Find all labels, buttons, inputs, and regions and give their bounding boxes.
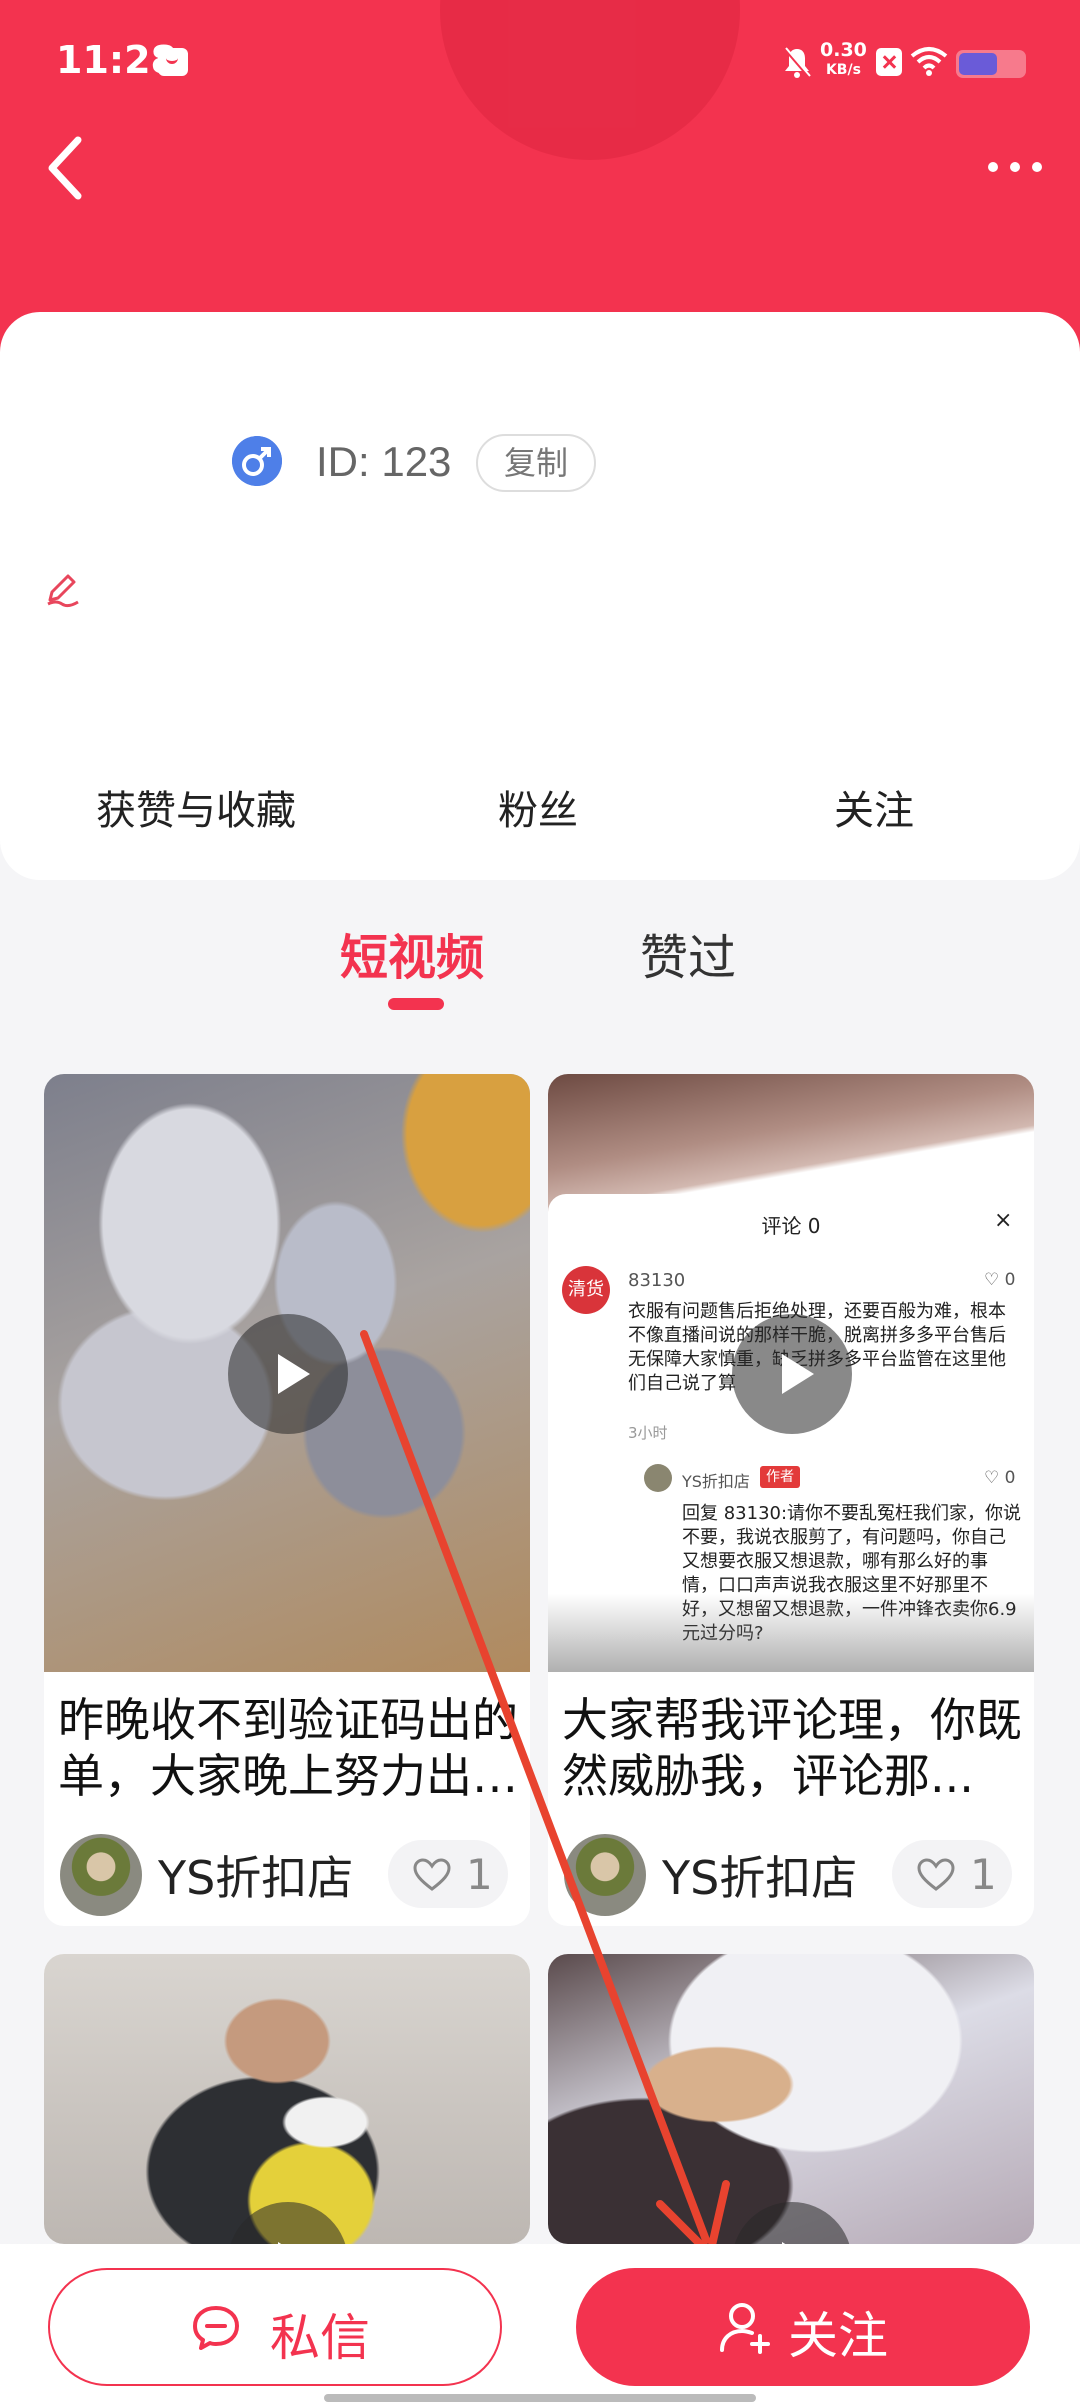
more-icon [988,162,998,172]
message-notification-icon [158,48,188,76]
tab-active-indicator [388,998,444,1010]
play-icon[interactable] [228,1314,348,1434]
play-icon[interactable] [228,2202,348,2244]
video-title: 大家帮我评论理，你既然威胁我，评论那... [562,1693,1022,1803]
video-title: 昨晚收不到验证码出的单，大家晚上努力出单的，还好我有记... [58,1693,518,1803]
add-user-icon [720,2303,770,2354]
back-arrow-icon [48,136,82,200]
video-thumbnail[interactable] [44,1074,530,1672]
thumbnail-gradient [548,1594,1034,1672]
video-card[interactable]: 评论 0 × 清货 83130 ♡ 0 衣服有问题售后拒绝处理，还要百般为难，根… [548,1074,1034,1926]
direct-message-button[interactable]: 私信 [48,2268,502,2386]
more-icon [1032,162,1042,172]
follow-button[interactable]: 关注 [576,2268,1030,2386]
author-name[interactable]: YS折扣店 [662,1842,857,1908]
heart-icon [413,1858,451,1891]
follow-label: 关注 [788,2307,888,2365]
comment-time: 3小时 [628,1424,668,1442]
status-bar: 11:28 0.30 KB/s [0,0,1080,128]
comment-like-count: ♡ 0 [984,1270,1016,1290]
like-button[interactable]: 1 [388,1840,508,1908]
stat-followers[interactable]: 粉丝 [498,778,578,836]
tab-short-videos[interactable]: 短视频 [340,918,484,988]
close-icon: × [994,1208,1013,1233]
reply-like-count: ♡ 0 [984,1468,1016,1488]
user-id: ID: 123 [316,438,452,485]
like-button[interactable]: 1 [892,1840,1012,1908]
comment-panel-title: 评论 0 [761,1214,821,1238]
heart-icon [917,1858,955,1891]
back-button[interactable] [40,128,96,208]
more-icon [1010,162,1020,172]
home-indicator[interactable] [324,2394,756,2402]
stat-likes-favorites[interactable]: 获赞与收藏 [96,778,296,836]
video-thumbnail[interactable]: 评论 0 × 清货 83130 ♡ 0 衣服有问题售后拒绝处理，还要百般为难，根… [548,1074,1034,1672]
play-icon[interactable] [732,2202,852,2244]
chat-icon [193,2306,239,2350]
wifi-icon [910,47,948,76]
avatar[interactable] [60,1834,142,1916]
battery-icon [956,50,1026,78]
avatar [644,1464,672,1492]
edit-icon[interactable] [44,572,82,608]
video-card[interactable]: 昨晚收不到验证码出的单，大家晚上努力出单的，还好我有记... YS折扣店 1 [44,1074,530,1926]
network-speed: 0.30 KB/s [820,39,867,78]
male-icon [232,436,282,486]
commenter-logo: 清货 [562,1266,610,1314]
like-count: 1 [466,1850,493,1899]
video-thumbnail[interactable] [548,1954,1034,2244]
video-thumbnail[interactable] [44,1954,530,2244]
mute-bell-icon [783,47,811,78]
more-button[interactable] [986,146,1046,186]
reply-author-name: YS折扣店 [682,1472,750,1491]
author-badge: 作者 [760,1466,800,1488]
no-sim-icon [876,48,902,76]
commenter-name: 83130 [628,1270,686,1291]
video-card[interactable] [44,1954,530,2244]
tab-liked[interactable]: 赞过 [640,918,736,988]
battery-fill [959,53,998,75]
avatar[interactable] [564,1834,646,1916]
like-count: 1 [970,1850,997,1899]
play-icon[interactable] [732,1314,852,1434]
video-card[interactable] [548,1954,1034,2244]
copy-id-button[interactable]: 复制 [476,434,596,492]
direct-message-label: 私信 [270,2309,370,2367]
author-name[interactable]: YS折扣店 [158,1842,353,1908]
stat-following[interactable]: 关注 [834,778,914,836]
